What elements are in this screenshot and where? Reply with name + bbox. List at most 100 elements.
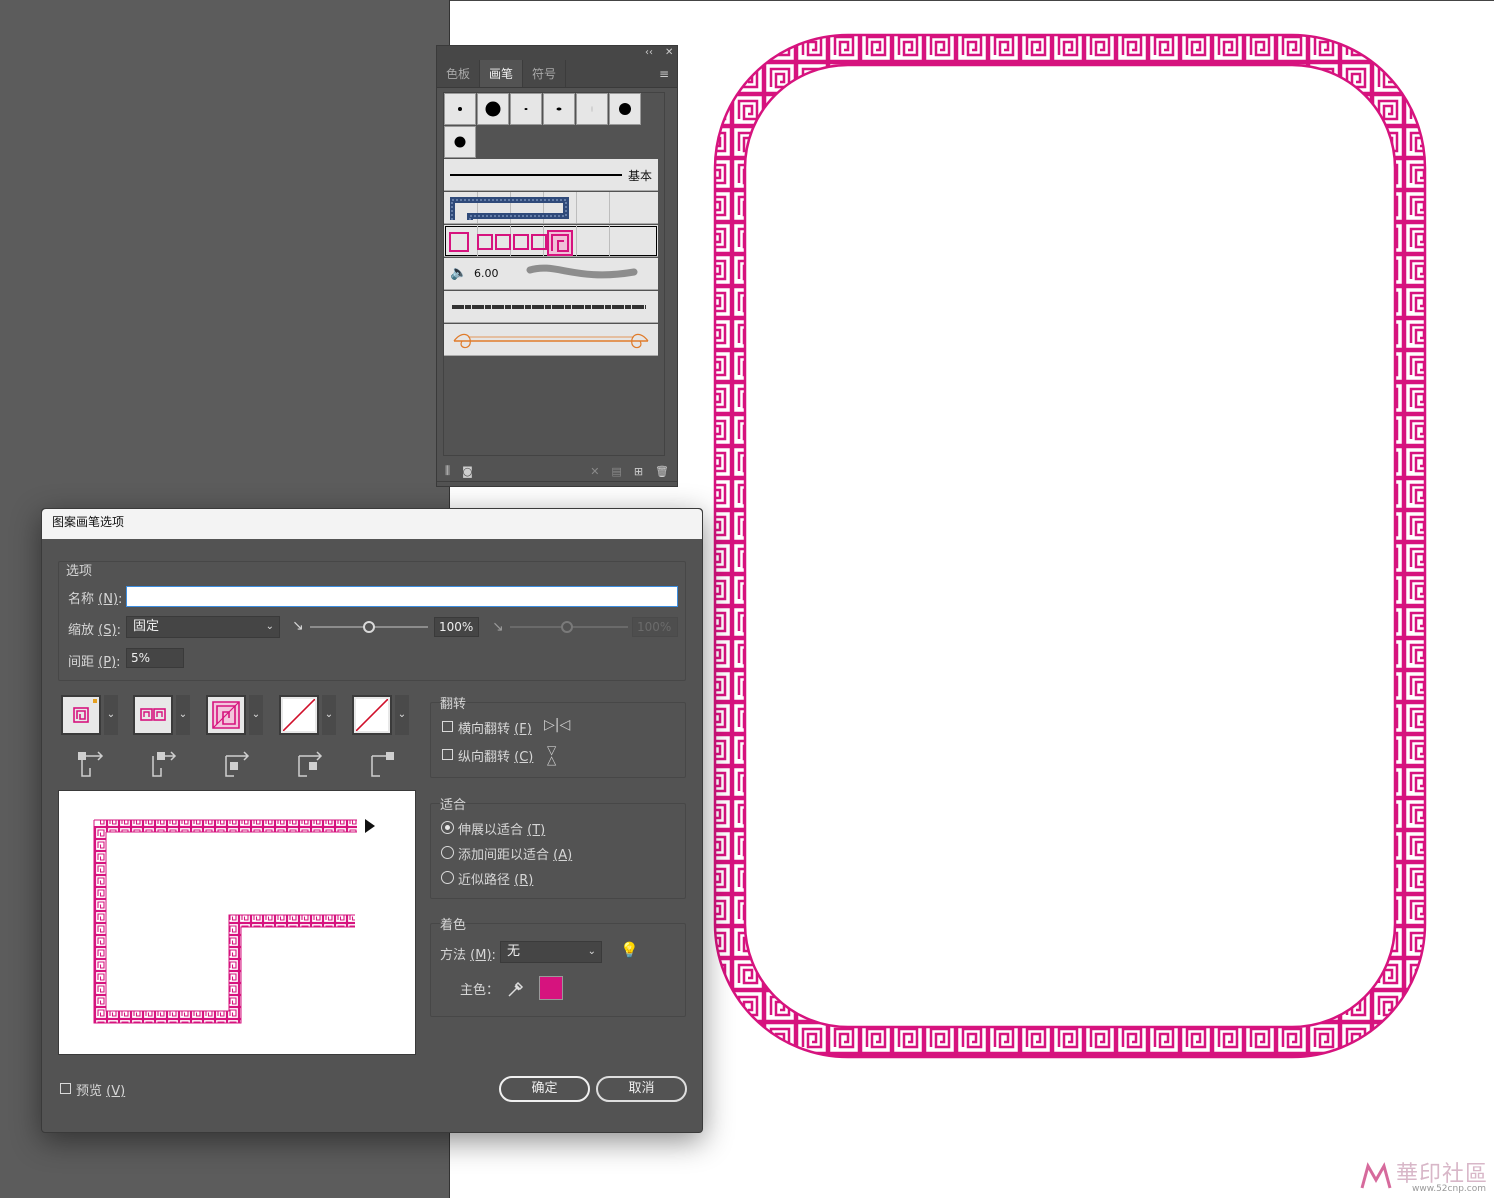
start-tile-dropdown[interactable]: ⌄ [322,695,336,735]
brush-library-list: 基本 🔈 6.00 [443,92,665,456]
new-brush-icon[interactable]: ⊞ [634,465,643,478]
flip-vertical-checkbox[interactable] [442,749,453,760]
eyedropper-icon[interactable] [506,979,524,999]
cancel-button[interactable]: 取消 [596,1076,687,1102]
scale-label: 缩放 (S): [68,623,121,638]
start-tile-box[interactable] [279,695,319,735]
method-select[interactable]: 无 ⌄ [500,941,602,963]
tab-brushes[interactable]: 画笔 [480,60,524,87]
flip-group [430,702,686,778]
flip-group-label: 翻转 [440,697,467,712]
blue-pattern-icon [450,197,569,220]
outer-corner-tile-box[interactable] [133,695,173,735]
scale-value2-field: 100% [632,617,678,637]
colorization-group [430,923,686,1017]
fit-group-label: 适合 [440,798,467,813]
brush-dot-3[interactable] [510,93,542,125]
key-color-label: 主色： [460,983,500,998]
brush-calligraphic[interactable]: 🔈 6.00 [444,258,658,290]
inner-corner-type-icon [225,751,250,777]
end-tile-box[interactable] [352,695,392,735]
spacing-label: 间距 (P): [68,655,121,670]
brush-basic[interactable]: 基本 [444,159,658,191]
delete-brush-icon[interactable]: 🗑 [655,465,669,478]
outer-corner-dropdown[interactable]: ⌄ [176,695,190,735]
gray-stroke-icon [526,264,638,279]
tab-symbols[interactable]: 符号 [523,60,567,87]
method-select-value: 无 [507,944,521,959]
fit-add-space-radio[interactable] [441,846,454,859]
preview-label[interactable]: 预览 (V) [76,1080,125,1099]
side-tile-dropdown[interactable]: ⌄ [104,695,118,735]
flip-horizontal-checkbox[interactable] [442,721,453,732]
scale-slider2-knob [561,621,573,633]
remove-stroke-icon[interactable]: ✕ [590,465,599,478]
inner-corner-dropdown[interactable]: ⌄ [249,695,263,735]
dialog-title[interactable]: 图案画笔选项 [42,509,702,539]
brush-dot-2[interactable] [477,93,509,125]
brushes-panel: ‹‹ ✕ 色板 画笔 符号 ≡ 基本 🔈 6.00 ⫼ ◙ ✕ ▤ ⊞ 🗑 [436,45,678,487]
collapse-icon[interactable]: ‹‹ [645,46,653,60]
brush-panel-toolbar: ⫼ ◙ ✕ ▤ ⊞ 🗑 [437,460,677,482]
outer-corner-type-icon [152,751,177,777]
brush-blue-pattern[interactable] [444,192,658,224]
fit-stretch-radio[interactable] [441,821,454,834]
scale-slider-knob[interactable] [363,621,375,633]
brush-dot-4[interactable] [543,93,575,125]
brush-decorative-arrow[interactable] [444,324,658,356]
chevron-down-icon: ⌄ [587,946,596,957]
fit-add-space-label[interactable]: 添加间距以适合 (A) [458,844,572,863]
brush-charcoal[interactable] [444,291,658,323]
flip-vertical-label[interactable]: 纵向翻转 (C) [458,746,533,765]
flip-vertical-icon: ▽ △ [547,743,557,767]
brush-dot-6[interactable] [609,93,641,125]
close-icon[interactable]: ✕ [665,46,673,60]
start-tile-type-icon [298,751,323,777]
fit-approximate-label[interactable]: 近似路径 (R) [458,869,533,888]
side-tile2-box[interactable] [206,695,246,735]
key-color-swatch[interactable] [539,976,563,1000]
pattern-brush-options-dialog: 图案画笔选项 选项 名称 (N): 缩放 (S): 固定 ⌄ ↘ 100% ↘ 1… [41,508,703,1133]
name-field[interactable] [126,586,678,607]
side-tile-icon [73,699,97,723]
name-label: 名称 (N): [68,592,123,607]
fit-approximate-radio[interactable] [441,871,454,884]
scale-select-value: 固定 [133,619,160,634]
panel-header: ‹‹ ✕ [437,46,677,60]
side-tile-type-icon [78,751,104,777]
ok-button[interactable]: 确定 [499,1076,590,1102]
preview-checkbox[interactable] [60,1083,71,1094]
brush-greek-key-selected[interactable] [444,225,658,257]
watermark: 華印社區 www.52cnp.com [1360,1156,1490,1194]
scale-value-field[interactable]: 100% [434,617,479,637]
charcoal-stroke-icon [452,305,646,309]
scale-select[interactable]: 固定 ⌄ [126,616,280,638]
greek-key-brush-icon [449,230,573,256]
fit-stretch-label[interactable]: 伸展以适合 (T) [458,819,545,838]
none-slash-icon [356,699,388,731]
spacing-field[interactable]: 5% [126,648,184,668]
options-icon[interactable]: ▤ [611,465,621,478]
basic-stroke [450,174,622,176]
brush-library-menu-icon[interactable]: ⫼ [445,464,450,478]
method-label: 方法 (M): [440,948,496,963]
end-tile-dropdown[interactable]: ⌄ [395,695,409,735]
watermark-url: www.52cnp.com [1411,1184,1486,1194]
libraries-icon[interactable]: ◙ [462,465,473,478]
options-group-label: 选项 [66,564,93,579]
brush-dot-7[interactable] [444,126,476,158]
tab-swatches[interactable]: 色板 [437,60,481,87]
chevron-down-icon: ⌄ [265,621,274,632]
panel-menu-icon[interactable]: ≡ [651,60,677,87]
side-tile-box[interactable] [61,695,101,735]
tips-lightbulb-icon[interactable]: 💡 [620,941,639,959]
brush-dot-5[interactable] [576,93,608,125]
arrow-stroke-icon [453,333,649,349]
flip-horizontal-label[interactable]: 横向翻转 (F) [458,718,532,737]
watermark-logo-icon [1360,1162,1392,1189]
end-tile-type-icon [371,752,394,777]
brush-dot-1[interactable] [444,93,476,125]
basic-label: 基本 [627,169,652,183]
panel-resize-grip[interactable] [437,481,677,486]
pattern-brush-frame[interactable] [700,30,1440,1060]
